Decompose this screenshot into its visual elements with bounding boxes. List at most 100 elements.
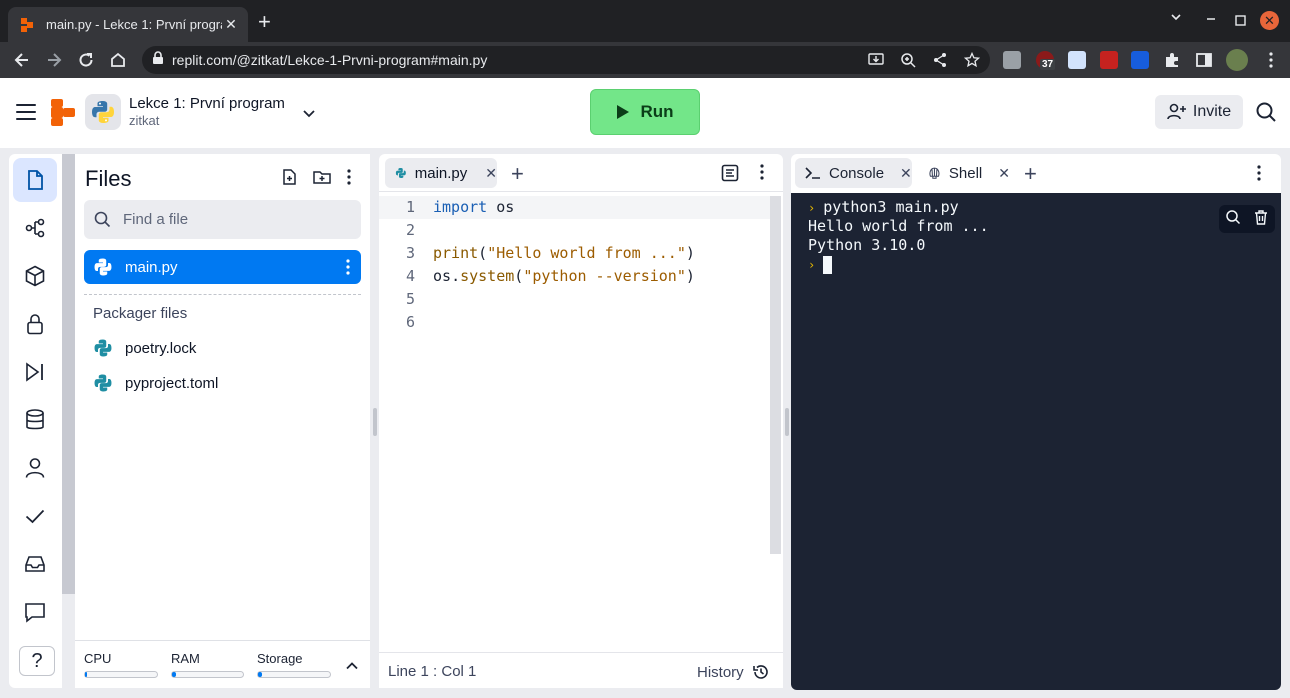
clear-console-trash-icon[interactable] [1253, 209, 1269, 229]
history-button[interactable]: History [697, 663, 770, 681]
new-folder-icon[interactable] [312, 168, 332, 191]
reload-icon[interactable] [74, 48, 98, 72]
add-tab-icon[interactable]: + [511, 161, 524, 187]
console-output-line: Python 3.10.0 [808, 236, 926, 254]
browser-tab[interactable]: main.py - Lekce 1: První progra ✕ [8, 7, 248, 42]
browser-menu-icon[interactable] [1262, 51, 1280, 69]
close-tab-icon[interactable]: ✕ [998, 165, 1010, 182]
files-divider [84, 294, 361, 295]
side-panel-icon[interactable] [1195, 51, 1213, 69]
code-line[interactable]: 6 [379, 311, 771, 334]
address-bar[interactable]: replit.com/@zitkat/Lekce-1-Prvni-program… [142, 46, 990, 74]
profile-avatar[interactable] [1226, 49, 1248, 71]
close-tab-icon[interactable]: ✕ [222, 16, 240, 33]
repl-owner[interactable]: zitkat [129, 113, 159, 128]
code-line[interactable]: 5 [379, 288, 771, 311]
extension-book-icon[interactable] [1100, 51, 1118, 69]
console-input-line[interactable]: › [808, 255, 833, 274]
tab-search-icon[interactable] [1170, 10, 1182, 26]
replit-logo-icon[interactable] [51, 99, 75, 126]
code-token: os [433, 267, 452, 285]
console-more-icon[interactable] [1256, 164, 1262, 187]
chevron-down-icon[interactable] [300, 104, 318, 127]
files-more-icon[interactable] [346, 168, 352, 191]
code-token: . [451, 267, 461, 285]
secrets-lock-icon[interactable] [13, 302, 57, 346]
code-line-text: print("Hello world from ...") [433, 242, 695, 265]
packages-cube-icon[interactable] [13, 254, 57, 298]
new-tab-icon[interactable]: + [258, 10, 271, 34]
files-panel: Files Find a file main.py Packager files [75, 154, 370, 688]
format-code-icon[interactable] [721, 164, 739, 187]
code-token: os [487, 198, 515, 216]
code-line[interactable]: 3 print("Hello world from ...") [379, 242, 771, 265]
minimize-icon[interactable] [1205, 12, 1217, 28]
code-line[interactable]: 4 os.system("python --version") [379, 265, 771, 288]
code-area[interactable]: 1 import os 2 3 print("Hello world from ..."… [379, 196, 771, 334]
console-tabbar: Console ✕ Shell ✕ + [791, 154, 1281, 193]
extension-shield-icon[interactable]: 37 [1036, 51, 1056, 70]
tab-shell[interactable]: Shell ✕ [918, 158, 1010, 188]
files-editor-splitter[interactable] [373, 408, 377, 436]
tab-console-label: Console [829, 164, 885, 182]
lock-icon[interactable] [152, 50, 164, 70]
maximize-icon[interactable] [1235, 13, 1246, 29]
code-line[interactable]: 2 [379, 219, 771, 242]
zoom-icon[interactable] [896, 48, 920, 72]
code-token: print [433, 244, 479, 262]
add-tab-icon[interactable]: + [1024, 161, 1037, 187]
chevron-up-icon[interactable] [345, 659, 359, 678]
close-tab-icon[interactable]: ✕ [900, 165, 912, 182]
play-icon [617, 105, 630, 119]
chat-icon[interactable] [13, 590, 57, 634]
code-line[interactable]: 1 import os [379, 196, 771, 219]
help-icon[interactable]: ? [19, 646, 55, 676]
find-file-input[interactable]: Find a file [84, 200, 361, 239]
file-item-pyproject-toml[interactable]: pyproject.toml [84, 366, 361, 400]
editor-more-icon[interactable] [759, 163, 765, 186]
database-icon[interactable] [13, 398, 57, 442]
console-output[interactable]: › python3 main.py Hello world from ... Py… [791, 193, 1281, 690]
line-number: 3 [405, 244, 415, 262]
share-icon[interactable] [928, 48, 952, 72]
extensions-puzzle-icon[interactable] [1163, 51, 1181, 69]
extension-bitwarden-icon[interactable] [1131, 51, 1149, 69]
console-search-icon[interactable] [1225, 209, 1241, 229]
inbox-icon[interactable] [13, 542, 57, 586]
editor-console-splitter[interactable] [785, 408, 789, 436]
back-icon[interactable] [10, 48, 34, 72]
files-tool-icon[interactable] [13, 158, 57, 202]
repl-name[interactable]: Lekce 1: První program [129, 95, 285, 112]
extension-document-icon[interactable] [1068, 51, 1086, 69]
new-file-icon[interactable] [280, 168, 298, 191]
deployments-icon[interactable] [13, 350, 57, 394]
history-label: History [697, 663, 744, 681]
tab-console[interactable]: Console ✕ [795, 158, 912, 188]
resource-usage[interactable]: CPU RAM Storage [75, 640, 370, 688]
search-icon [94, 211, 111, 228]
checkmark-icon[interactable] [13, 494, 57, 538]
file-item-main-py[interactable]: main.py [84, 250, 361, 284]
extension-lightbulb-icon[interactable] [1003, 51, 1021, 69]
window-close-icon[interactable]: ✕ [1260, 11, 1279, 30]
run-button[interactable]: Run [590, 89, 700, 135]
file-item-poetry-lock[interactable]: poetry.lock [84, 331, 361, 365]
python-file-icon [94, 374, 112, 392]
code-token: ( [514, 267, 524, 285]
menu-hamburger-icon[interactable] [16, 104, 36, 120]
files-title: Files [85, 166, 132, 191]
git-branch-icon[interactable] [13, 206, 57, 250]
rail-scrollbar[interactable] [62, 154, 75, 594]
editor-tab-main-py[interactable]: main.py ✕ [385, 158, 497, 188]
home-icon[interactable] [106, 48, 130, 72]
python-repl-icon[interactable] [85, 94, 121, 130]
search-icon[interactable] [1255, 101, 1277, 128]
forward-icon[interactable] [42, 48, 66, 72]
file-menu-icon[interactable] [345, 258, 351, 280]
user-icon[interactable] [13, 446, 57, 490]
install-app-icon[interactable] [864, 48, 888, 72]
editor-scrollbar[interactable] [770, 196, 781, 554]
bookmark-star-icon[interactable] [960, 48, 984, 72]
close-tab-icon[interactable]: ✕ [485, 165, 497, 182]
invite-button[interactable]: Invite [1155, 95, 1243, 129]
